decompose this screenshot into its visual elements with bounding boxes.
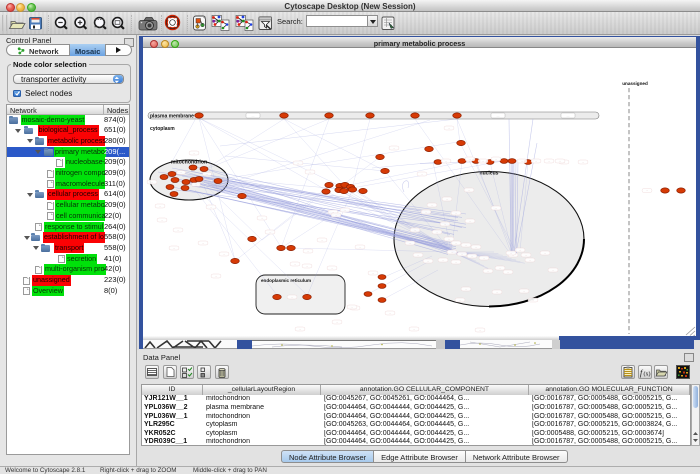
svg-text:···: ··· bbox=[427, 260, 430, 263]
svg-text:(x): (x) bbox=[644, 371, 651, 378]
svg-text:···: ··· bbox=[309, 171, 312, 174]
svg-text:···: ··· bbox=[321, 239, 324, 242]
svg-text:···: ··· bbox=[252, 114, 255, 118]
svg-text:···: ··· bbox=[161, 219, 164, 222]
svg-text:···: ··· bbox=[479, 329, 482, 332]
svg-text:···: ··· bbox=[487, 270, 490, 273]
svg-text:···: ··· bbox=[393, 147, 396, 150]
svg-text:···: ··· bbox=[223, 253, 226, 256]
svg-text:···: ··· bbox=[459, 299, 462, 302]
svg-text:···: ··· bbox=[335, 214, 338, 217]
svg-text:···: ··· bbox=[413, 328, 416, 331]
svg-text:mitochondrion: mitochondrion bbox=[171, 160, 207, 166]
svg-text:···: ··· bbox=[552, 269, 555, 272]
svg-text:···: ··· bbox=[529, 259, 532, 262]
svg-text:···: ··· bbox=[646, 190, 649, 193]
svg-text:···: ··· bbox=[351, 306, 354, 309]
svg-text:···: ··· bbox=[567, 114, 570, 118]
svg-text:···: ··· bbox=[206, 173, 209, 176]
svg-text:···: ··· bbox=[465, 288, 468, 291]
svg-text:···: ··· bbox=[482, 160, 485, 163]
svg-text:···: ··· bbox=[299, 328, 302, 331]
svg-text:···: ··· bbox=[442, 259, 445, 262]
svg-text:···: ··· bbox=[535, 160, 538, 163]
svg-text:···: ··· bbox=[521, 160, 524, 163]
svg-text:···: ··· bbox=[445, 160, 448, 163]
svg-text:···: ··· bbox=[436, 231, 439, 234]
svg-text:···: ··· bbox=[159, 205, 162, 208]
svg-text:···: ··· bbox=[497, 114, 500, 118]
svg-text:···: ··· bbox=[331, 267, 334, 270]
svg-text:···: ··· bbox=[297, 162, 300, 165]
svg-text:···: ··· bbox=[495, 158, 498, 161]
svg-text:···: ··· bbox=[307, 250, 310, 253]
svg-text:···: ··· bbox=[173, 247, 176, 250]
svg-text:···: ··· bbox=[532, 299, 535, 302]
svg-text:···: ··· bbox=[468, 189, 471, 192]
svg-text:···: ··· bbox=[465, 244, 468, 247]
svg-text:···: ··· bbox=[469, 158, 472, 161]
svg-text:nucleus: nucleus bbox=[480, 171, 499, 177]
svg-text:···: ··· bbox=[455, 261, 458, 264]
svg-text:···: ··· bbox=[306, 265, 309, 268]
svg-text:···: ··· bbox=[544, 252, 547, 255]
svg-text:···: ··· bbox=[448, 238, 451, 241]
svg-text:cytoplasm: cytoplasm bbox=[150, 126, 175, 132]
svg-text:···: ··· bbox=[151, 181, 154, 184]
svg-text:···: ··· bbox=[344, 209, 347, 212]
svg-text:···: ··· bbox=[193, 152, 196, 155]
svg-text:···: ··· bbox=[496, 291, 499, 294]
svg-text:···: ··· bbox=[559, 160, 562, 163]
svg-text:···: ··· bbox=[448, 127, 451, 130]
svg-text:···: ··· bbox=[461, 253, 464, 256]
svg-text:···: ··· bbox=[177, 229, 180, 232]
svg-text:···: ··· bbox=[389, 312, 392, 315]
svg-text:···: ··· bbox=[523, 290, 526, 293]
svg-text:···: ··· bbox=[444, 223, 447, 226]
svg-text:···: ··· bbox=[269, 231, 272, 234]
svg-text:···: ··· bbox=[417, 254, 420, 257]
svg-text:···: ··· bbox=[414, 229, 417, 232]
svg-text:···: ··· bbox=[525, 254, 528, 257]
svg-text:···: ··· bbox=[195, 184, 198, 187]
svg-text:···: ··· bbox=[336, 321, 339, 324]
svg-text:···: ··· bbox=[469, 220, 472, 223]
svg-text:···: ··· bbox=[446, 198, 449, 201]
svg-text:···: ··· bbox=[483, 257, 486, 260]
svg-text:endoplasmic reticulum: endoplasmic reticulum bbox=[261, 278, 311, 283]
svg-text:···: ··· bbox=[499, 267, 502, 270]
svg-text:···: ··· bbox=[291, 296, 294, 299]
svg-text:···: ··· bbox=[215, 275, 218, 278]
svg-text:plasma membrane: plasma membrane bbox=[150, 114, 194, 120]
svg-text:···: ··· bbox=[455, 212, 458, 215]
svg-text:···: ··· bbox=[519, 249, 522, 252]
svg-text:···: ··· bbox=[475, 246, 478, 249]
svg-text:···: ··· bbox=[582, 161, 585, 164]
svg-text:···: ··· bbox=[510, 252, 513, 255]
svg-text:···: ··· bbox=[507, 271, 510, 274]
svg-text:···: ··· bbox=[455, 242, 458, 245]
svg-text:···: ··· bbox=[294, 263, 297, 266]
svg-text:···: ··· bbox=[451, 251, 454, 254]
svg-text:···: ··· bbox=[425, 211, 428, 214]
svg-text:···: ··· bbox=[409, 242, 412, 245]
svg-text:···: ··· bbox=[180, 172, 183, 175]
svg-text:···: ··· bbox=[471, 255, 474, 258]
svg-text:···: ··· bbox=[548, 160, 551, 163]
svg-text:···: ··· bbox=[202, 242, 205, 245]
svg-text:···: ··· bbox=[421, 173, 424, 176]
svg-text:unassigned: unassigned bbox=[622, 81, 648, 86]
svg-text:···: ··· bbox=[359, 246, 362, 249]
svg-text:···: ··· bbox=[495, 207, 498, 210]
svg-text:···: ··· bbox=[261, 217, 264, 220]
svg-text:···: ··· bbox=[210, 206, 213, 209]
svg-text:···: ··· bbox=[431, 204, 434, 207]
svg-text:···: ··· bbox=[372, 272, 375, 275]
